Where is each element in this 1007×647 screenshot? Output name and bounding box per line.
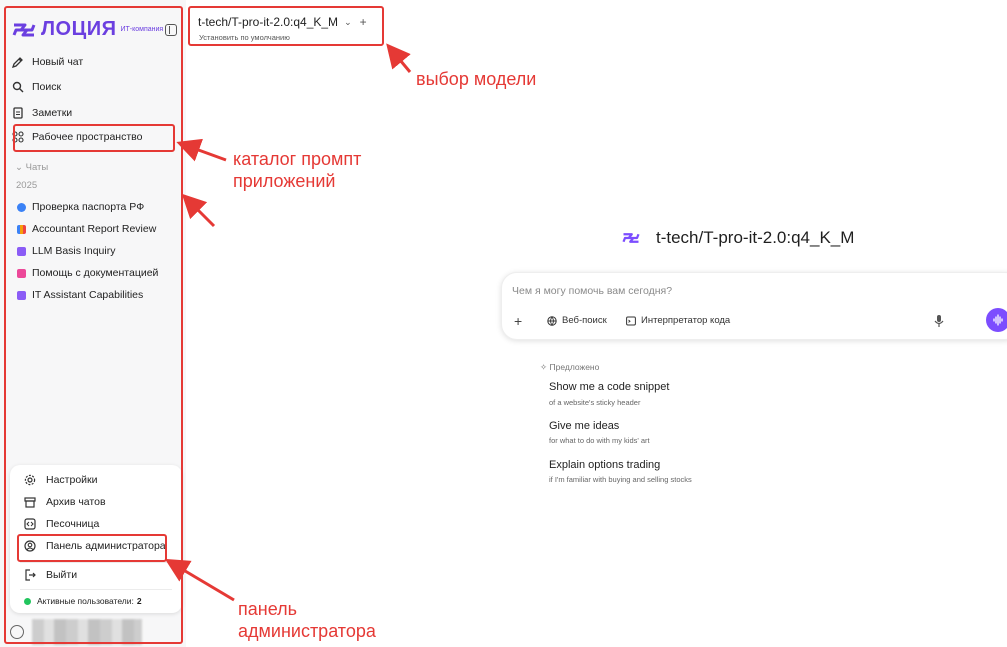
microphone-icon[interactable] [933, 314, 945, 328]
annotation-catalog-line1: каталог промпт [233, 149, 362, 169]
sidebar-item-notes[interactable]: Заметки [12, 104, 72, 122]
avatar [10, 625, 24, 639]
chat-item[interactable]: IT Assistant Capabilities [17, 287, 143, 303]
suggestion-subtitle[interactable]: of a website's sticky header [549, 398, 640, 407]
annotation-admin-line1: панель [238, 599, 297, 619]
suggestion-title[interactable]: Give me ideas [549, 420, 619, 432]
menu-item-chat-archive[interactable]: Архив чатов [24, 494, 106, 510]
suggestion-title[interactable]: Show me a code snippet [549, 381, 669, 393]
online-dot-icon [24, 597, 31, 605]
chats-year-label: 2025 [16, 180, 38, 191]
annotation-catalog-line2: приложений [233, 171, 336, 191]
archive-icon [24, 497, 36, 508]
chart-emoji-icon [17, 224, 26, 234]
new-chat-icon [12, 57, 23, 68]
chat-item[interactable]: Проверка паспорта РФ [17, 199, 144, 215]
plus-icon[interactable]: + [514, 313, 522, 329]
globe-icon [547, 315, 557, 326]
chevron-down-icon: ⌄ [344, 16, 352, 27]
search-icon [12, 81, 24, 93]
blurred-username [32, 619, 142, 645]
menu-divider [20, 562, 172, 563]
suggested-label: ✧ Предложено [540, 362, 600, 372]
prompt-input-box[interactable]: Чем я могу помочь вам сегодня? + Веб-пои… [501, 272, 1007, 340]
waveform-icon [993, 314, 1003, 326]
sidebar-item-label: Рабочее пространство [32, 131, 143, 143]
notes-icon [13, 107, 23, 119]
code-interpreter-toggle[interactable]: Интерпретатор кода [626, 315, 730, 326]
active-users-status: Активные пользователи: 2 [24, 596, 142, 606]
loziya-logo-icon [622, 233, 640, 243]
set-default-link[interactable]: Установить по умолчанию [199, 33, 290, 42]
menu-divider [20, 589, 172, 590]
sidebar-item-new-chat[interactable]: Новый чат [12, 53, 83, 71]
web-search-toggle[interactable]: Веб-поиск [547, 315, 607, 326]
chat-item[interactable]: LLM Basis Inquiry [17, 243, 115, 259]
annotation-model-choice: выбор модели [416, 69, 537, 89]
menu-item-admin-panel[interactable]: Панель администратора [24, 538, 166, 554]
document-emoji-icon [17, 268, 26, 278]
sidebar-item-workspace[interactable]: Рабочее пространство [12, 128, 142, 146]
brand-name: ЛОЦИЯ [41, 18, 117, 40]
prompt-placeholder[interactable]: Чем я могу помочь вам сегодня? [512, 285, 672, 297]
model-selector[interactable]: t-tech/T-pro-it-2.0:q4_K_M ⌄ + [198, 15, 367, 29]
chat-item[interactable]: Помощь с документацией [17, 265, 158, 281]
robot-emoji-icon [17, 290, 26, 300]
menu-item-settings[interactable]: Настройки [24, 472, 98, 488]
sidebar-item-label: Новый чат [32, 56, 84, 68]
logout-icon [25, 569, 36, 581]
suggestion-subtitle[interactable]: for what to do with my kids' art [549, 436, 650, 445]
gear-icon [24, 474, 36, 486]
menu-item-logout[interactable]: Выйти [24, 567, 77, 583]
code-icon [24, 518, 36, 530]
workspace-icon [12, 131, 24, 143]
robot-emoji-icon [17, 246, 26, 256]
loziya-logo-icon [12, 23, 36, 36]
model-name: t-tech/T-pro-it-2.0:q4_K_M [198, 15, 339, 29]
suggestion-title[interactable]: Explain options trading [549, 459, 660, 471]
brand-logo[interactable]: ЛОЦИЯ ИТ-компания [12, 18, 164, 41]
annotation-admin-line2: администратора [238, 621, 376, 641]
user-menu: Настройки Архив чатов Песочница Панель а… [10, 465, 182, 613]
menu-item-sandbox[interactable]: Песочница [24, 516, 99, 532]
hero-model: t-tech/T-pro-it-2.0:q4_K_M [622, 228, 854, 248]
hero-title: t-tech/T-pro-it-2.0:q4_K_M [656, 228, 855, 247]
admin-icon [24, 540, 36, 552]
voice-mode-button[interactable] [986, 308, 1007, 332]
magnifier-emoji-icon [17, 202, 26, 212]
suggestion-subtitle[interactable]: if I'm familiar with buying and selling … [549, 475, 692, 484]
user-profile[interactable] [10, 619, 142, 645]
sidebar-toggle-icon[interactable] [165, 24, 177, 36]
sidebar-item-label: Заметки [32, 107, 73, 119]
chat-item[interactable]: Accountant Report Review [17, 221, 156, 237]
terminal-icon [626, 316, 636, 325]
sidebar: ЛОЦИЯ ИТ-компания Новый чат Поиск Заметк… [0, 0, 186, 647]
sidebar-item-search[interactable]: Поиск [12, 78, 61, 96]
chats-section-header[interactable]: ⌄ Чаты [15, 162, 48, 173]
brand-subtitle: ИТ-компания [120, 25, 164, 33]
add-model-icon[interactable]: + [360, 15, 367, 29]
chevron-down-icon: ⌄ [15, 162, 26, 173]
sidebar-item-label: Поиск [32, 81, 62, 93]
